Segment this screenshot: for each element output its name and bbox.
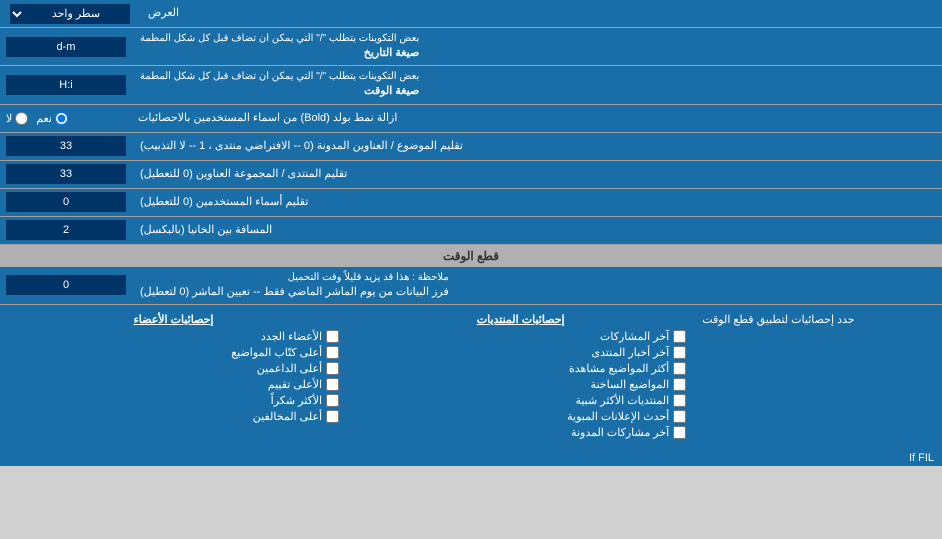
checkbox-last-noted-input[interactable] (673, 426, 686, 439)
checkbox-recent-ads[interactable]: أحدث الإعلانات المبوية (355, 410, 686, 423)
bottom-section: حدد إحصائيات لتطبيق قطع الوقت إحصائيات ا… (0, 305, 942, 450)
checkbox-last-posts[interactable]: آخر المشاركات (355, 330, 686, 343)
checkbox-top-subscribed[interactable]: أعلى المخالفين (8, 410, 339, 423)
radio-no-label[interactable]: لا (6, 112, 28, 125)
checkbox-similar-forums-input[interactable] (673, 394, 686, 407)
main-container: العرض سطر واحد بعض التكوينات يتطلب "/" ا… (0, 0, 942, 466)
user-order-input-cell (0, 189, 132, 216)
user-order-label: تقليم أسماء المستخدمين (0 للتعطيل) (132, 189, 942, 216)
bottom-grid: حدد إحصائيات لتطبيق قطع الوقت إحصائيات ا… (0, 309, 942, 446)
radio-yes-label[interactable]: نعم (36, 112, 68, 125)
time-label-text: بعض التكوينات يتطلب "/" التي يمكن ان تضا… (140, 70, 419, 99)
forum-order-input-cell (0, 161, 132, 188)
user-order-input[interactable] (6, 192, 126, 212)
checkbox-last-posts-input[interactable] (673, 330, 686, 343)
time-section-input[interactable] (6, 275, 126, 295)
page-title: العرض (140, 0, 942, 27)
limit-label-col: حدد إحصائيات لتطبيق قطع الوقت (694, 309, 942, 446)
date-format-input-cell (0, 28, 132, 65)
checkbox-top-posters[interactable]: أعلى كتّاب المواضيع (8, 346, 339, 359)
distance-row: المسافة بين الخانيا (بالبكسل) (0, 217, 942, 245)
topic-order-input[interactable] (6, 136, 126, 156)
time-format-input-cell (0, 66, 132, 103)
radio-yes[interactable] (55, 112, 68, 125)
checkbox-last-noted[interactable]: آخر مشاركات المدونة (355, 426, 686, 439)
time-section-label: ملاحظة : هذا قد يزيد قليلاً وقت التحميل … (132, 267, 942, 304)
member-stats-header: إحصائيات الأعضاء (8, 313, 339, 326)
checkbox-hot-topics-input[interactable] (673, 378, 686, 391)
select-cell: سطر واحد (0, 0, 140, 27)
checkbox-top-rated[interactable]: الأعلى تقييم (8, 378, 339, 391)
checkbox-most-thanks[interactable]: الأكثر شكراً (8, 394, 339, 407)
display-select[interactable]: سطر واحد (10, 4, 130, 24)
topic-order-input-cell (0, 133, 132, 160)
title-text: العرض (148, 6, 179, 21)
forum-order-input[interactable] (6, 164, 126, 184)
bold-remove-radio-cell: نعم لا (0, 105, 130, 132)
bold-remove-label: ازالة نمط بولد (Bold) من اسماء المستخدمي… (130, 105, 942, 132)
checkbox-top-online[interactable]: أعلى الداعمين (8, 362, 339, 375)
checkbox-top-subscribed-input[interactable] (326, 410, 339, 423)
time-section-header: قطع الوقت (0, 245, 942, 267)
date-format-input[interactable] (6, 37, 126, 57)
time-section-row: ملاحظة : هذا قد يزيد قليلاً وقت التحميل … (0, 267, 942, 305)
if-fil-text: If FIL (909, 452, 934, 464)
forum-order-row: تقليم المنتدى / المجموعة العناوين (0 للت… (0, 161, 942, 189)
checkbox-most-viewed-input[interactable] (673, 362, 686, 375)
distance-label: المسافة بين الخانيا (بالبكسل) (132, 217, 942, 244)
forum-stats-header: إحصائيات المنتديات (355, 313, 686, 326)
limit-label: حدد إحصائيات لتطبيق قطع الوقت (702, 313, 854, 326)
header-row: العرض سطر واحد (0, 0, 942, 28)
distance-input-cell (0, 217, 132, 244)
user-order-row: تقليم أسماء المستخدمين (0 للتعطيل) (0, 189, 942, 217)
checkbox-most-viewed[interactable]: أكثر المواضيع مشاهدة (355, 362, 686, 375)
time-format-input[interactable] (6, 75, 126, 95)
date-format-row: بعض التكوينات يتطلب "/" التي يمكن ان تضا… (0, 28, 942, 66)
checkbox-recent-ads-input[interactable] (673, 410, 686, 423)
checkbox-last-news[interactable]: آخر أخبار المنتدى (355, 346, 686, 359)
checkbox-last-news-input[interactable] (673, 346, 686, 359)
checkbox-new-members[interactable]: الأعضاء الجدد (8, 330, 339, 343)
date-format-label: بعض التكوينات يتطلب "/" التي يمكن ان تضا… (132, 28, 942, 65)
if-fil-row: If FIL (0, 450, 942, 466)
distance-input[interactable] (6, 220, 126, 240)
radio-no[interactable] (15, 112, 28, 125)
checkbox-most-thanks-input[interactable] (326, 394, 339, 407)
checkbox-similar-forums[interactable]: المنتديات الأكثر شبية (355, 394, 686, 407)
member-stats-col: إحصائيات الأعضاء الأعضاء الجدد أعلى كتّا… (0, 309, 347, 446)
date-label-text: بعض التكوينات يتطلب "/" التي يمكن ان تضا… (140, 32, 419, 61)
checkbox-new-members-input[interactable] (326, 330, 339, 343)
forum-stats-col: إحصائيات المنتديات آخر المشاركات آخر أخب… (347, 309, 694, 446)
forum-order-label: تقليم المنتدى / المجموعة العناوين (0 للت… (132, 161, 942, 188)
bold-remove-row: ازالة نمط بولد (Bold) من اسماء المستخدمي… (0, 105, 942, 133)
time-section-input-cell (0, 267, 132, 304)
topic-order-row: تقليم الموضوع / العناوين المدونة (0 -- ا… (0, 133, 942, 161)
checkbox-top-online-input[interactable] (326, 362, 339, 375)
topic-order-label: تقليم الموضوع / العناوين المدونة (0 -- ا… (132, 133, 942, 160)
checkbox-top-rated-input[interactable] (326, 378, 339, 391)
time-format-row: بعض التكوينات يتطلب "/" التي يمكن ان تضا… (0, 66, 942, 104)
time-format-label: بعض التكوينات يتطلب "/" التي يمكن ان تضا… (132, 66, 942, 103)
checkbox-hot-topics[interactable]: المواضيع الساخنة (355, 378, 686, 391)
checkbox-top-posters-input[interactable] (326, 346, 339, 359)
